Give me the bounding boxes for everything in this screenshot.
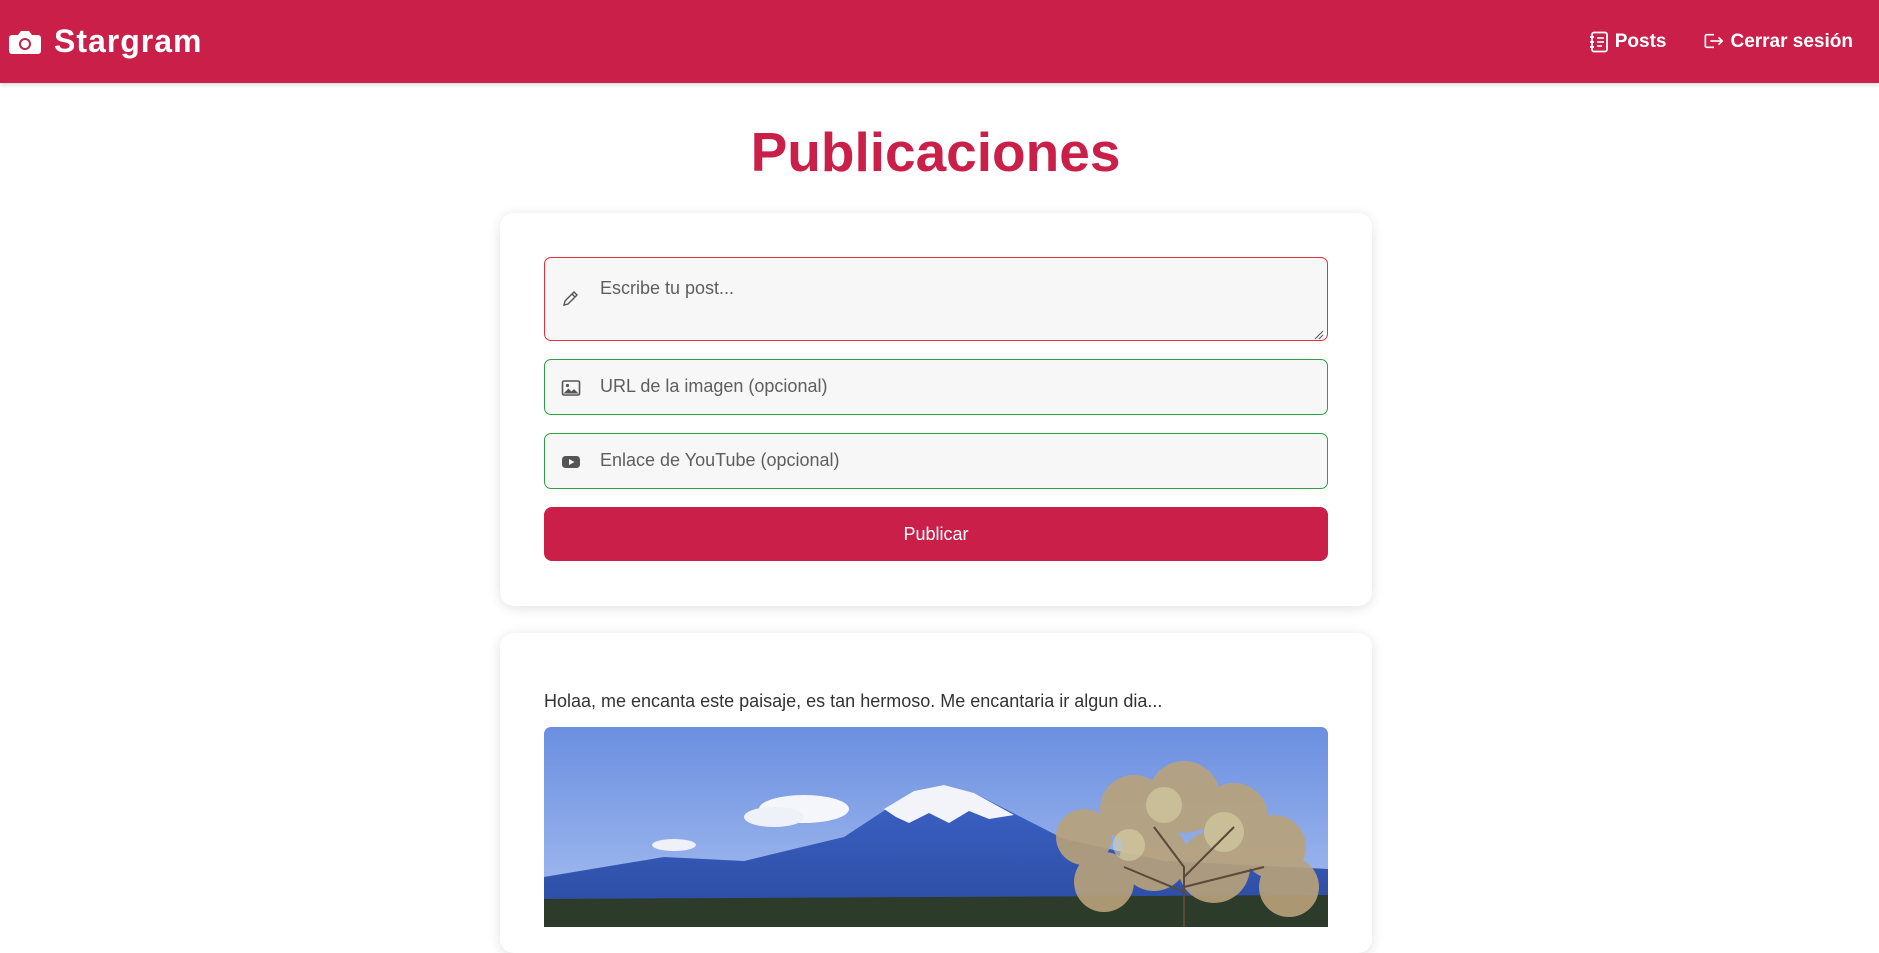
nav-links: Posts Cerrar sesión <box>1589 31 1853 53</box>
youtube-icon <box>561 452 581 472</box>
logout-icon <box>1704 31 1724 53</box>
camera-icon <box>8 28 42 56</box>
post-textarea[interactable]: Escribe tu post... <box>544 257 1328 341</box>
image-url-placeholder: URL de la imagen (opcional) <box>600 376 828 396</box>
top-navbar: Stargram Posts Cerrar sesión <box>0 0 1879 83</box>
logout-link[interactable]: Cerrar sesión <box>1704 31 1853 53</box>
publish-button[interactable]: Publicar <box>544 507 1328 561</box>
image-icon <box>561 378 581 398</box>
pencil-icon <box>561 288 581 308</box>
brand-name: Stargram <box>54 23 203 59</box>
post-placeholder: Escribe tu post... <box>600 278 735 298</box>
page-title: Publicaciones <box>750 121 1121 183</box>
journal-icon <box>1589 31 1609 53</box>
resize-grip-icon[interactable] <box>1314 327 1324 340</box>
post-image <box>544 727 1328 927</box>
youtube-link-placeholder: Enlace de YouTube (opcional) <box>600 450 840 470</box>
image-url-input[interactable]: URL de la imagen (opcional) <box>544 359 1328 415</box>
post-card: Holaa, me encanta este paisaje, es tan h… <box>500 633 1372 953</box>
nav-posts-label: Posts <box>1614 30 1667 52</box>
logout-label: Cerrar sesión <box>1730 30 1853 52</box>
brand-link[interactable]: Stargram <box>8 23 203 60</box>
youtube-link-input[interactable]: Enlace de YouTube (opcional) <box>544 433 1328 489</box>
new-post-form: Escribe tu post... URL de la imagen (opc… <box>500 213 1372 606</box>
nav-posts-link[interactable]: Posts <box>1589 30 1667 53</box>
post-text: Holaa, me encanta este paisaje, es tan h… <box>544 691 1163 711</box>
